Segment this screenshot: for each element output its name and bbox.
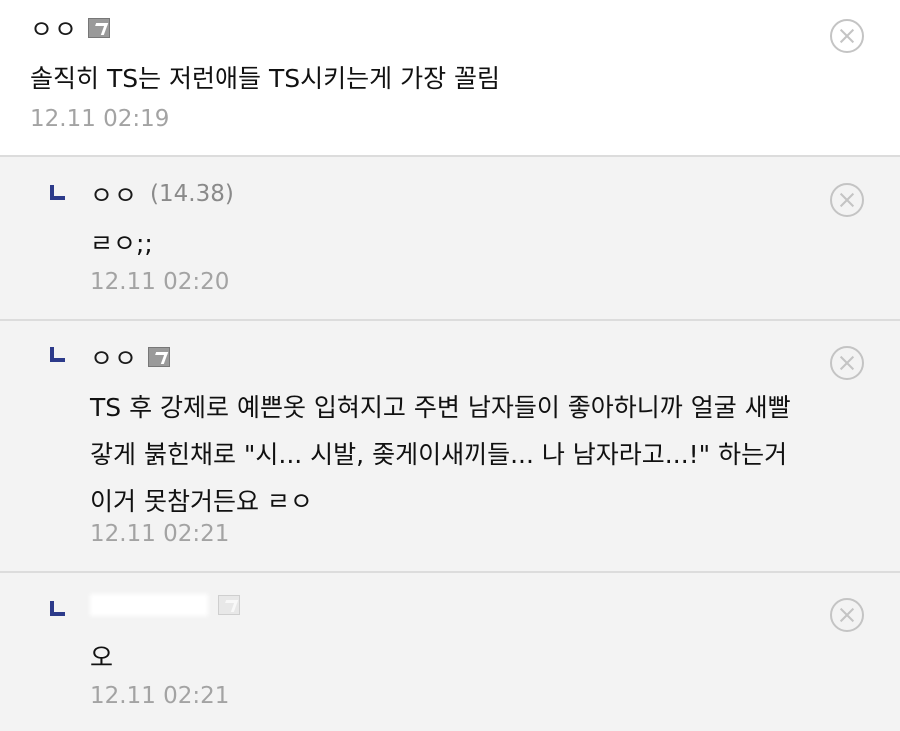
gallog-icon[interactable] xyxy=(218,595,240,615)
author-ip: (14.38) xyxy=(150,181,234,207)
comment-body-line: 갛게 붉힌채로 "시... 시발, 좆게이새끼들... 나 남자라고...!" … xyxy=(90,440,788,469)
comment-body: 오 xyxy=(90,634,113,681)
comment-author[interactable]: ㅇㅇ (14.38) xyxy=(90,176,234,212)
author-nickname[interactable]: ㅇㅇ xyxy=(90,339,138,375)
reply-arrow-icon xyxy=(50,601,65,616)
comment-item: ㅇㅇ 솔직히 TS는 저런애들 TS시키는게 가장 꼴림 12.11 02:19 xyxy=(0,0,900,157)
reply-item: ㅇㅇ (14.38) ㄹㅇ;; 12.11 02:20 xyxy=(0,157,900,321)
comment-body: TS 후 강제로 예쁜옷 입혀지고 주변 남자들이 좋아하니까 얼굴 새빨 갛게… xyxy=(90,384,791,525)
reply-arrow-icon xyxy=(50,185,65,200)
comment-body-line: 솔직히 TS는 저런애들 TS시키는게 가장 꼴림 xyxy=(30,64,501,93)
reply-arrow-icon xyxy=(50,347,65,362)
comment-body: 솔직히 TS는 저런애들 TS시키는게 가장 꼴림 xyxy=(30,55,500,102)
delete-comment-button[interactable] xyxy=(830,598,864,632)
comment-date: 12.11 02:21 xyxy=(90,683,230,709)
comment-date: 12.11 02:20 xyxy=(90,269,230,295)
gallog-icon[interactable] xyxy=(88,18,111,38)
comment-body-line: 오 xyxy=(90,643,114,672)
delete-comment-button[interactable] xyxy=(830,346,864,380)
comment-date: 12.11 02:19 xyxy=(30,106,170,132)
author-nickname-redacted[interactable] xyxy=(90,594,208,616)
gallog-icon[interactable] xyxy=(148,347,171,367)
comment-body-line: 이거 못참거든요 ㄹㅇ xyxy=(90,487,313,516)
reply-item: 오 12.11 02:21 xyxy=(0,573,900,731)
author-nickname[interactable]: ㅇㅇ xyxy=(30,10,78,46)
reply-item: ㅇㅇ TS 후 강제로 예쁜옷 입혀지고 주변 남자들이 좋아하니까 얼굴 새빨… xyxy=(0,321,900,573)
comment-author[interactable] xyxy=(90,594,240,616)
comment-body-line: TS 후 강제로 예쁜옷 입혀지고 주변 남자들이 좋아하니까 얼굴 새빨 xyxy=(90,393,791,422)
comment-author[interactable]: ㅇㅇ xyxy=(90,339,171,375)
comment-author[interactable]: ㅇㅇ xyxy=(30,10,111,46)
comment-body: ㄹㅇ;; xyxy=(90,220,153,267)
delete-comment-button[interactable] xyxy=(830,19,864,53)
comment-body-line: ㄹㅇ;; xyxy=(90,229,153,258)
author-nickname[interactable]: ㅇㅇ xyxy=(90,176,138,212)
delete-comment-button[interactable] xyxy=(830,183,864,217)
comment-date: 12.11 02:21 xyxy=(90,521,230,547)
